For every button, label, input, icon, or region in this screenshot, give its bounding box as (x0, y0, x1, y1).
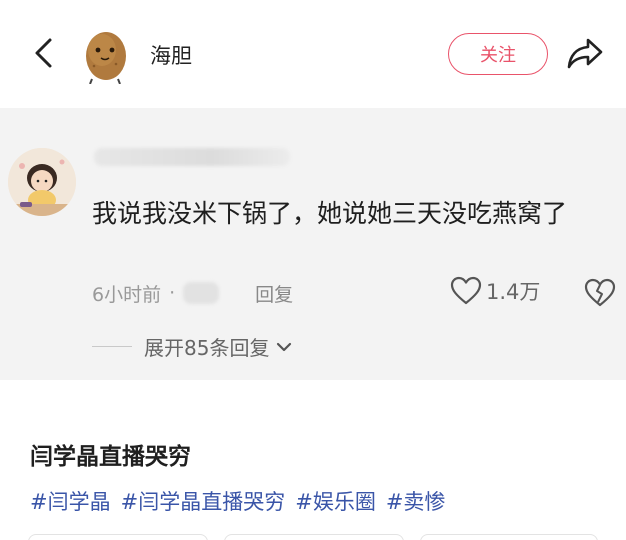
like-count: 1.4万 (486, 280, 541, 304)
bottom-card-edges (28, 534, 598, 540)
tag-item[interactable]: #娱乐圈 (295, 486, 376, 516)
follow-button[interactable]: 关注 (448, 33, 548, 75)
heart-icon (450, 276, 482, 305)
meta-separator: · (169, 282, 176, 304)
author-avatar[interactable] (78, 24, 134, 84)
commenter-name-blurred (94, 148, 290, 166)
commenter-avatar[interactable] (8, 148, 76, 216)
comment-time: 6小时前 (92, 283, 162, 306)
related-card[interactable] (28, 534, 208, 540)
comment-card: 我说我没米下锅了，她说她三天没吃燕窝了 6小时前 · 回复 1.4万 展开85条… (0, 108, 626, 380)
related-card[interactable] (224, 534, 404, 540)
share-icon[interactable] (566, 36, 604, 70)
comment-location-blurred (183, 282, 220, 304)
topic-title: 闫学晶直播哭穷 (30, 444, 191, 470)
tag-item[interactable]: #闫学晶 (30, 486, 111, 516)
expand-divider (92, 345, 132, 348)
like-button[interactable]: 1.4万 (450, 276, 540, 306)
reply-button[interactable]: 回复 (255, 280, 293, 307)
broken-heart-icon[interactable] (584, 278, 616, 308)
tag-item[interactable]: #卖惨 (386, 486, 446, 516)
top-bar: 海胆 关注 (0, 0, 626, 108)
comment-text: 我说我没米下锅了，她说她三天没吃燕窝了 (92, 199, 568, 228)
expand-replies[interactable]: 展开85条回复 (92, 332, 293, 361)
related-card[interactable] (420, 534, 598, 540)
tag-list: #闫学晶 #闫学晶直播哭穷 #娱乐圈 #卖惨 (30, 486, 445, 516)
expand-replies-label: 展开85条回复 (144, 336, 270, 360)
comment-meta: 6小时前 · 回复 (92, 278, 293, 308)
back-arrow-icon[interactable] (28, 36, 60, 70)
chevron-down-icon (277, 342, 292, 351)
tag-item[interactable]: #闫学晶直播哭穷 (121, 486, 286, 516)
author-name[interactable]: 海胆 (150, 40, 192, 70)
